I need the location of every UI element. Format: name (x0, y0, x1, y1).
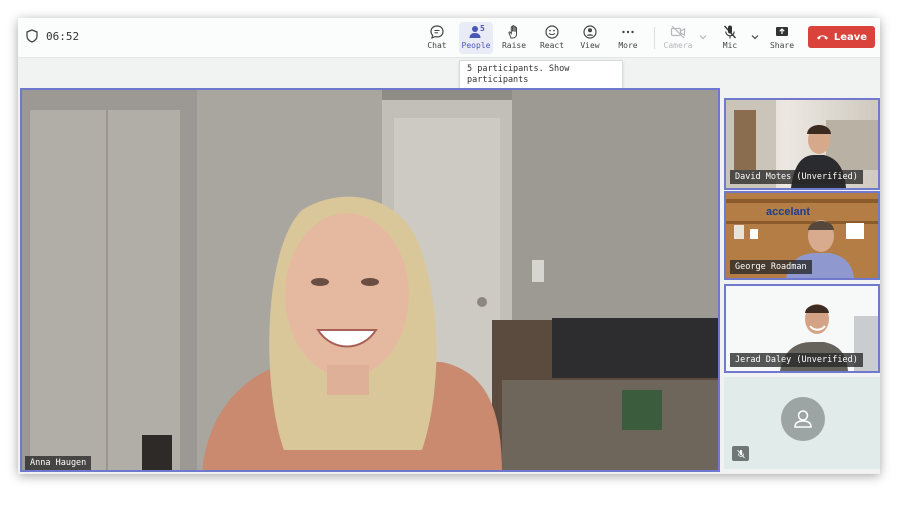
participant-tile[interactable]: Jerad Daley (Unverified) (724, 284, 880, 373)
participant-tile[interactable]: David Motes (Unverified) (724, 98, 880, 190)
people-tooltip: 5 participants. Show participants (459, 60, 623, 90)
participant-name-tag: George Roadman (730, 260, 812, 274)
avatar-icon (794, 410, 812, 428)
mic-label: Mic (722, 41, 738, 50)
react-label: React (539, 41, 565, 50)
meeting-timer: 06:52 (46, 30, 80, 43)
svg-text:accelant: accelant (766, 206, 810, 218)
shield-icon (26, 29, 38, 43)
leave-button[interactable]: Leave (808, 26, 875, 48)
muted-badge (732, 446, 749, 461)
participant-tile[interactable]: accelant George Roadman (724, 191, 880, 280)
raise-hand-button[interactable]: Raise (497, 22, 531, 54)
camera-button[interactable]: Camera (661, 22, 695, 54)
participant-name-tag: Jerad Daley (Unverified) (730, 353, 863, 367)
meeting-window: 06:52 Chat 5 People Raise React View Mor… (18, 18, 880, 474)
mic-options-chevron-down-icon[interactable] (750, 32, 760, 42)
mic-off-icon (724, 25, 736, 39)
main-video[interactable]: Anna Haugen (20, 88, 720, 472)
avatar (781, 397, 825, 441)
view-button[interactable]: View (573, 22, 607, 54)
react-icon (545, 25, 559, 39)
chat-label: Chat (427, 41, 447, 50)
leave-label: Leave (833, 31, 868, 43)
share-icon (776, 27, 788, 36)
camera-off-icon (670, 25, 686, 39)
speaker-video-frame (22, 90, 718, 470)
react-button[interactable]: React (535, 22, 569, 54)
view-label: View (580, 41, 600, 50)
raise-hand-icon (508, 25, 517, 39)
people-count: 5 (480, 24, 485, 33)
participant-name-tag: David Motes (Unverified) (730, 170, 863, 184)
mic-button[interactable]: Mic (713, 22, 747, 54)
people-button[interactable]: 5 People (459, 22, 493, 54)
more-button[interactable]: More (611, 22, 645, 54)
phone-icon (816, 35, 828, 40)
camera-label: Camera (663, 41, 693, 50)
chat-button[interactable]: Chat (420, 22, 454, 54)
view-icon (583, 25, 597, 39)
participant-tile-camera-off[interactable] (724, 377, 880, 469)
mic-off-icon (736, 449, 745, 458)
toolbar-divider (654, 27, 655, 49)
chat-icon (430, 25, 444, 40)
share-label: Share (769, 41, 795, 50)
raise-label: Raise (501, 41, 527, 50)
speaker-name-tag: Anna Haugen (25, 456, 92, 470)
people-label: People (461, 41, 491, 50)
toolbar: 06:52 Chat 5 People Raise React View Mor… (18, 18, 880, 58)
share-button[interactable]: Share (765, 22, 799, 54)
more-label: More (618, 41, 638, 50)
camera-options-chevron-down-icon[interactable] (698, 32, 708, 42)
more-icon (622, 30, 634, 34)
